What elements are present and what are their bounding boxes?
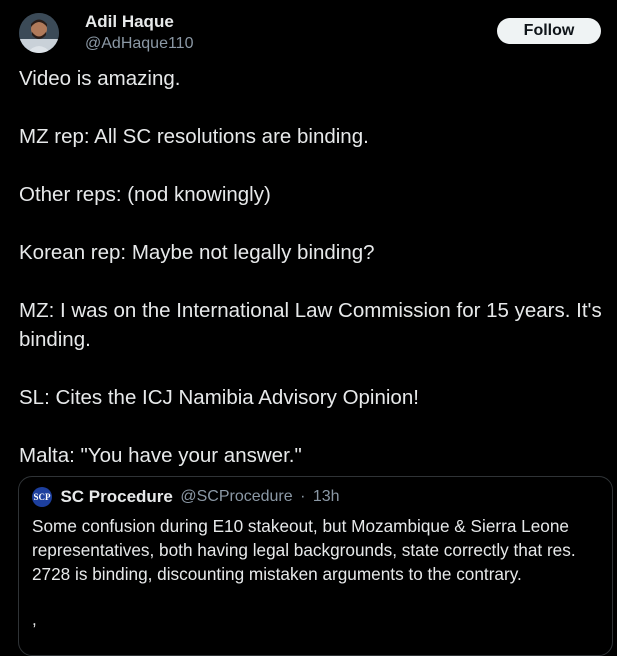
- follow-button[interactable]: Follow: [497, 18, 601, 44]
- quoted-author-handle: @SCProcedure: [180, 488, 293, 505]
- quoted-tweet-header: SCP SC Procedure @SCProcedure · 13h: [32, 487, 340, 507]
- tweet-paragraph: Korean rep: Maybe not legally binding?: [19, 241, 375, 264]
- quoted-timestamp[interactable]: 13h: [313, 488, 340, 505]
- person-avatar-icon: [19, 13, 59, 53]
- tweet-paragraph: Other reps: (nod knowingly): [19, 183, 271, 206]
- author-avatar[interactable]: [19, 13, 59, 53]
- author-handle[interactable]: @AdHaque110: [85, 34, 193, 54]
- tweet-header: Adil Haque @AdHaque110 Follow: [19, 12, 604, 56]
- quoted-author-name: SC Procedure: [60, 487, 173, 506]
- tweet-paragraph: Video is amazing.: [19, 67, 181, 90]
- tweet-text: Video is amazing. MZ rep: All SC resolut…: [19, 64, 604, 470]
- quoted-tweet-trailing: ,: [32, 610, 37, 629]
- tweet-paragraph: MZ rep: All SC resolutions are binding.: [19, 125, 369, 148]
- quoted-tweet[interactable]: SCP SC Procedure @SCProcedure · 13h Some…: [18, 476, 613, 656]
- author-name[interactable]: Adil Haque: [85, 12, 174, 32]
- quoted-tweet-text: Some confusion during E10 stakeout, but …: [32, 516, 576, 584]
- tweet-paragraph: SL: Cites the ICJ Namibia Advisory Opini…: [19, 386, 419, 409]
- scp-logo-icon: SCP: [32, 487, 52, 507]
- tweet-paragraph: Malta: "You have your answer.": [19, 444, 302, 467]
- separator-dot: ·: [300, 488, 306, 505]
- tweet-paragraph: MZ: I was on the International Law Commi…: [19, 299, 602, 351]
